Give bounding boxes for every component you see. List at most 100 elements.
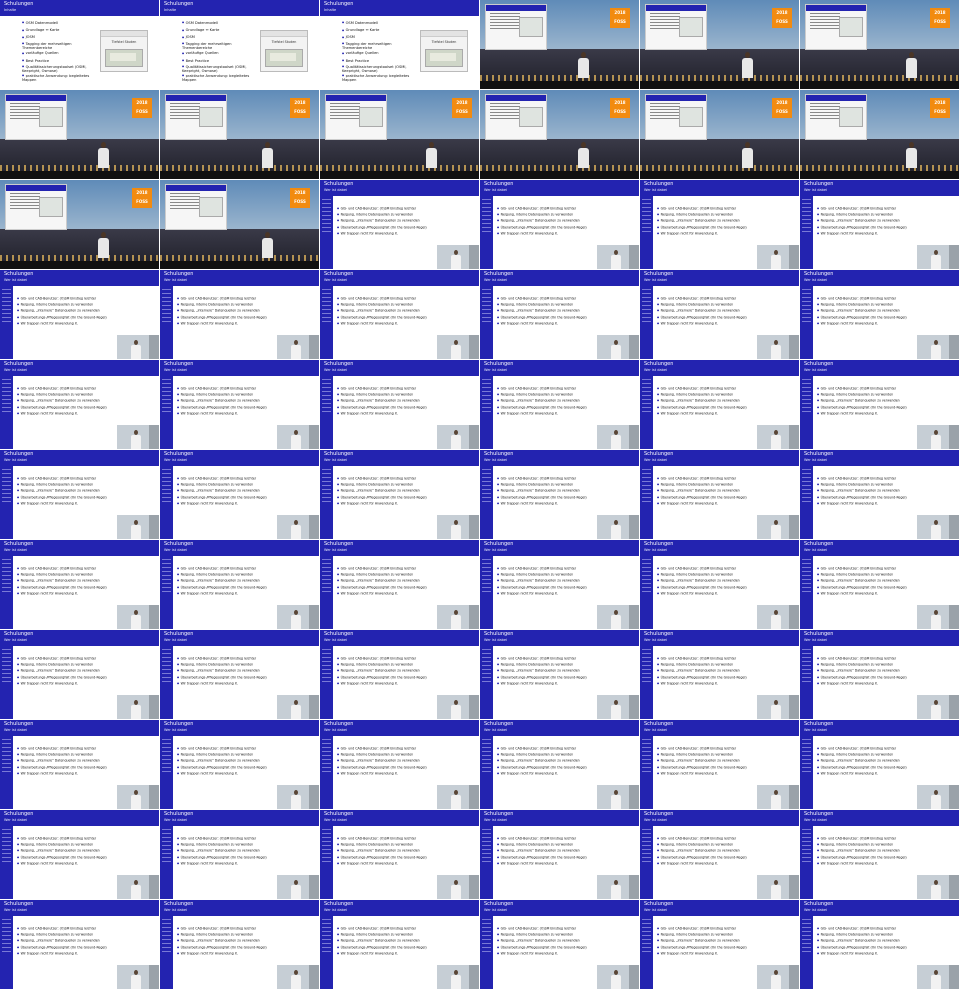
video-thumbnail[interactable]: 2018 FOSS [160,180,319,269]
video-thumbnail[interactable]: SchulungenWer ist dabei GIS- und CAD-Benu… [800,450,959,539]
slide-sidebar [320,736,333,809]
video-thumbnail[interactable]: SchulungenWer ist dabei GIS- und CAD-Benu… [800,810,959,899]
video-thumbnail[interactable]: 2018 FOSS [0,90,159,179]
sidebar-line [802,301,811,302]
video-thumbnail[interactable]: SchulungenWer ist dabei GIS- und CAD-Benu… [640,900,799,989]
video-thumbnail[interactable]: 2018 FOSS [640,90,799,179]
video-thumbnail[interactable]: 2018 FOSS [320,90,479,179]
sidebar-line [2,681,11,682]
video-thumbnail[interactable]: SchulungenWer ist dabei GIS- und CAD-Benu… [800,540,959,629]
video-thumbnail[interactable]: SchulungenWer ist dabei GIS- und CAD-Benu… [160,900,319,989]
video-thumbnail[interactable]: SchulungenWer ist dabei GIS- und CAD-Benu… [640,180,799,269]
video-thumbnail[interactable]: SchulungenWer ist dabei GIS- und CAD-Benu… [480,180,639,269]
slide-subtitle: Wer ist dabei [644,188,667,192]
video-thumbnail[interactable]: SchulungenWer ist dabei GIS- und CAD-Benu… [480,540,639,629]
speaker-torso [451,255,461,269]
video-thumbnail[interactable]: SchulungenWer ist dabei GIS- und CAD-Benu… [480,450,639,539]
video-thumbnail[interactable]: SchulungenWer ist dabei GIS- und CAD-Benu… [160,360,319,449]
video-thumbnail[interactable]: 2018 FOSS [160,90,319,179]
projected-slide-line [170,106,200,107]
video-thumbnail[interactable]: SchulungenWer ist dabei GIS- und CAD-Benu… [0,630,159,719]
speaker-webcam [597,425,639,449]
sidebar-line [482,849,491,850]
sidebar-line [482,215,491,216]
slide-subtitle: Wer ist dabei [644,818,667,822]
bullet-item: Wir trappen nicht für Anwendung X. [657,231,783,237]
sidebar-line [482,853,491,854]
video-thumbnail[interactable]: SchulungenInhalte OSM DatenmodellGrundlag… [320,0,479,89]
projected-slide-line [170,112,200,113]
sidebar-line [322,841,331,842]
sidebar-line [482,857,491,858]
slide-subtitle: Wer ist dabei [324,908,347,912]
slide-sidebar [320,196,333,269]
slide-subtitle: Wer ist dabei [324,638,347,642]
video-thumbnail[interactable]: SchulungenInhalte OSM DatenmodellGrundlag… [0,0,159,89]
video-thumbnail[interactable]: SchulungenWer ist dabei GIS- und CAD-Benu… [320,720,479,809]
video-thumbnail[interactable]: SchulungenWer ist dabei GIS- und CAD-Benu… [160,540,319,629]
sidebar-line [2,829,11,830]
video-thumbnail[interactable]: SchulungenWer ist dabei GIS- und CAD-Benu… [160,630,319,719]
video-thumbnail[interactable]: SchulungenWer ist dabei GIS- und CAD-Benu… [320,810,479,899]
sidebar-line [2,305,11,306]
video-thumbnail[interactable]: SchulungenWer ist dabei GIS- und CAD-Benu… [800,720,959,809]
video-thumbnail[interactable]: SchulungenWer ist dabei GIS- und CAD-Benu… [640,270,799,359]
video-thumbnail[interactable]: SchulungenWer ist dabei GIS- und CAD-Benu… [480,360,639,449]
video-thumbnail[interactable]: SchulungenWer ist dabei GIS- und CAD-Benu… [640,630,799,719]
sidebar-line [322,751,331,752]
sidebar-line [2,939,11,940]
video-thumbnail[interactable]: SchulungenWer ist dabei GIS- und CAD-Benu… [0,720,159,809]
video-thumbnail[interactable]: SchulungenWer ist dabei GIS- und CAD-Benu… [480,900,639,989]
video-thumbnail[interactable]: SchulungenInhalte OSM DatenmodellGrundlag… [160,0,319,89]
video-thumbnail[interactable]: SchulungenWer ist dabei GIS- und CAD-Benu… [160,450,319,539]
video-thumbnail[interactable]: SchulungenWer ist dabei GIS- und CAD-Benu… [320,630,479,719]
video-thumbnail[interactable]: 2018 FOSS [800,0,959,89]
video-thumbnail[interactable]: SchulungenWer ist dabei GIS- und CAD-Benu… [480,810,639,899]
slide-sidebar [0,646,13,719]
video-thumbnail[interactable]: SchulungenWer ist dabei GIS- und CAD-Benu… [800,630,959,719]
video-thumbnail[interactable]: SchulungenWer ist dabei GIS- und CAD-Benu… [640,450,799,539]
video-thumbnail[interactable]: SchulungenWer ist dabei GIS- und CAD-Benu… [480,270,639,359]
speaker-figure [611,700,621,719]
video-thumbnail[interactable]: SchulungenWer ist dabei GIS- und CAD-Benu… [0,900,159,989]
video-thumbnail[interactable]: 2018 FOSS [640,0,799,89]
video-thumbnail[interactable]: SchulungenWer ist dabei GIS- und CAD-Benu… [0,810,159,899]
video-thumbnail[interactable]: SchulungenWer ist dabei GIS- und CAD-Benu… [320,270,479,359]
video-thumbnail[interactable]: 2018 FOSS [800,90,959,179]
video-thumbnail[interactable]: SchulungenWer ist dabei GIS- und CAD-Benu… [320,180,479,269]
video-thumbnail[interactable]: SchulungenWer ist dabei GIS- und CAD-Benu… [0,270,159,359]
video-thumbnail[interactable]: SchulungenWer ist dabei GIS- und CAD-Benu… [160,270,319,359]
video-thumbnail[interactable]: SchulungenWer ist dabei GIS- und CAD-Benu… [0,360,159,449]
slide-header: Schulungen Wer ist dabei [800,810,959,826]
slide-sidebar [640,826,653,899]
sidebar-line [2,489,11,490]
video-thumbnail[interactable]: SchulungenWer ist dabei GIS- und CAD-Benu… [480,720,639,809]
video-thumbnail[interactable]: SchulungenWer ist dabei GIS- und CAD-Benu… [160,720,319,809]
slide-header: Schulungen Wer ist dabei [480,810,639,826]
video-thumbnail[interactable]: SchulungenWer ist dabei GIS- und CAD-Benu… [160,810,319,899]
video-thumbnail[interactable]: 2018 FOSS [480,0,639,89]
video-thumbnail[interactable]: SchulungenWer ist dabei GIS- und CAD-Benu… [320,900,479,989]
slide-sidebar [480,736,493,809]
sidebar-line [802,947,811,948]
video-thumbnail[interactable]: SchulungenWer ist dabei GIS- und CAD-Benu… [320,360,479,449]
video-thumbnail[interactable]: 2018 FOSS [0,180,159,269]
slide-sidebar [640,286,653,359]
video-thumbnail[interactable]: SchulungenWer ist dabei GIS- und CAD-Benu… [320,450,479,539]
projected-slide-line [170,202,200,203]
video-thumbnail[interactable]: SchulungenWer ist dabei GIS- und CAD-Benu… [640,360,799,449]
video-thumbnail[interactable]: SchulungenWer ist dabei GIS- und CAD-Benu… [640,720,799,809]
video-thumbnail[interactable]: SchulungenWer ist dabei GIS- und CAD-Benu… [800,180,959,269]
video-thumbnail[interactable]: SchulungenWer ist dabei GIS- und CAD-Benu… [320,540,479,629]
video-thumbnail[interactable]: SchulungenWer ist dabei GIS- und CAD-Benu… [800,270,959,359]
video-thumbnail[interactable]: SchulungenWer ist dabei GIS- und CAD-Benu… [640,540,799,629]
video-thumbnail[interactable]: SchulungenWer ist dabei GIS- und CAD-Benu… [0,540,159,629]
video-thumbnail[interactable]: 2018 FOSS [480,90,639,179]
sidebar-line [162,571,171,572]
video-thumbnail[interactable]: SchulungenWer ist dabei GIS- und CAD-Benu… [640,810,799,899]
sidebar-line [162,931,171,932]
video-thumbnail[interactable]: SchulungenWer ist dabei GIS- und CAD-Benu… [0,450,159,539]
video-thumbnail[interactable]: SchulungenWer ist dabei GIS- und CAD-Benu… [480,630,639,719]
video-thumbnail[interactable]: SchulungenWer ist dabei GIS- und CAD-Benu… [800,900,959,989]
video-thumbnail[interactable]: SchulungenWer ist dabei GIS- und CAD-Benu… [800,360,959,449]
